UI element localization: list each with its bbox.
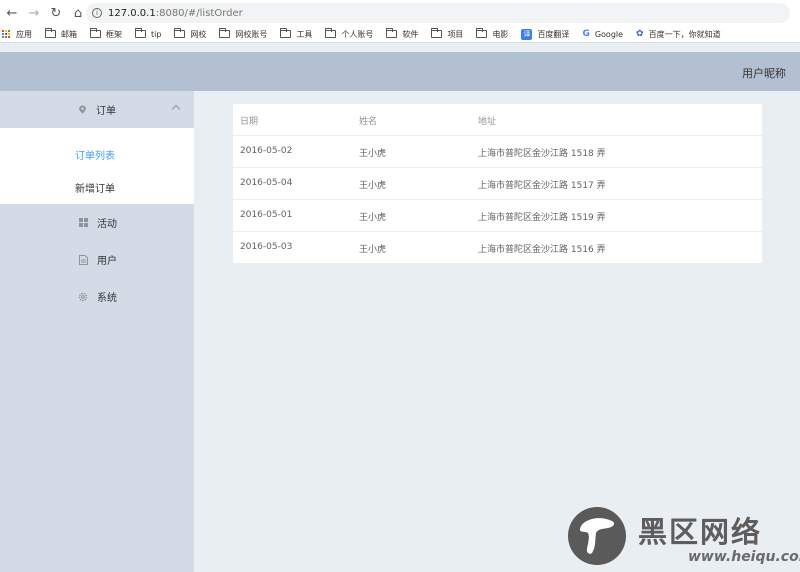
app-header: 用户昵称 xyxy=(0,52,800,91)
bookmark-folder[interactable]: 软件 xyxy=(386,28,419,40)
url-host: 127.0.0.1 xyxy=(108,7,156,19)
sidebar-menu-label: 订单 xyxy=(96,106,116,117)
cell-name: 王小虎 xyxy=(359,181,387,191)
cell-address: 上海市普陀区金沙江路 1518 弄 xyxy=(478,149,606,159)
folder-icon xyxy=(45,28,56,38)
cell-name: 王小虎 xyxy=(359,149,387,159)
cell-name: 王小虎 xyxy=(359,245,387,255)
watermark-logo xyxy=(568,507,626,565)
gear-icon xyxy=(78,292,88,302)
order-submenu: 订单列表 新增订单 xyxy=(0,128,194,204)
chevron-up-icon xyxy=(171,104,181,114)
sidebar-item-system[interactable]: 系统 xyxy=(0,278,194,315)
table-row[interactable]: 2016-05-04 王小虎 上海市普陀区金沙江路 1517 弄 xyxy=(233,168,762,200)
reload-icon[interactable]: ↻ xyxy=(46,3,66,23)
bookmark-label: 软件 xyxy=(402,29,419,39)
bookmark-folder[interactable]: tip xyxy=(135,28,162,39)
cell-date: 2016-05-02 xyxy=(240,146,293,156)
folder-icon xyxy=(280,28,292,38)
bookmark-folder[interactable]: 网校 xyxy=(174,28,207,40)
bookmark-folder[interactable]: 工具 xyxy=(280,28,313,40)
apps-icon xyxy=(2,29,11,39)
back-icon[interactable]: ← xyxy=(2,3,22,23)
sidebar-item-label: 用户 xyxy=(97,256,117,267)
bookmark-folder[interactable]: 网校账号 xyxy=(219,28,268,40)
bookmark-label: 百度一下，你就知道 xyxy=(648,29,721,39)
folder-icon xyxy=(325,28,337,38)
bookmark-label: 应用 xyxy=(16,29,32,39)
bookmark-label: 框架 xyxy=(106,29,122,39)
bookmark-label: 个人账号 xyxy=(341,29,374,39)
home-icon[interactable]: ⌂ xyxy=(68,3,88,23)
location-pin-icon xyxy=(79,105,86,114)
cell-name: 王小虎 xyxy=(359,213,387,223)
cell-date: 2016-05-04 xyxy=(240,178,293,188)
folder-icon xyxy=(476,28,488,38)
bookmark-folder[interactable]: 电影 xyxy=(476,28,509,40)
table-row[interactable]: 2016-05-01 王小虎 上海市普陀区金沙江路 1519 弄 xyxy=(233,200,762,232)
browser-toolbar: ← → ↻ ⌂ i 127.0.0.1 :8080/#/listOrder xyxy=(0,0,800,26)
column-header-name[interactable]: 姓名 xyxy=(359,114,377,127)
submenu-item-order-list[interactable]: 订单列表 xyxy=(75,147,115,162)
folder-icon xyxy=(135,28,146,38)
bookmark-label: 工具 xyxy=(296,29,313,39)
sidebar-menu-order[interactable]: 订单 xyxy=(0,91,194,128)
table-header-row: 日期 姓名 地址 xyxy=(233,104,762,136)
sidebar-item-label: 系统 xyxy=(97,293,117,304)
grid-icon xyxy=(78,218,88,228)
address-bar[interactable]: i 127.0.0.1 :8080/#/listOrder xyxy=(86,3,790,23)
sidebar: 订单 订单列表 新增订单 活动 用户 系统 xyxy=(0,91,194,572)
table-row[interactable]: 2016-05-02 王小虎 上海市普陀区金沙江路 1518 弄 xyxy=(233,136,762,168)
folder-icon xyxy=(386,28,398,38)
bookmark-folder[interactable]: 框架 xyxy=(90,28,122,40)
bookmark-label: Google xyxy=(594,29,624,39)
bookmark-folder[interactable]: 个人账号 xyxy=(325,28,374,40)
info-icon[interactable]: i xyxy=(92,8,102,18)
document-icon xyxy=(78,254,88,265)
google-icon: G xyxy=(582,29,590,39)
baidu-paw-icon: ✿ xyxy=(636,29,644,39)
bookmark-label: 邮箱 xyxy=(61,29,77,39)
user-nickname[interactable]: 用户昵称 xyxy=(742,65,786,81)
submenu-item-add-order[interactable]: 新增订单 xyxy=(75,180,115,195)
watermark-title: 黑区网络 xyxy=(638,515,763,549)
order-table: 日期 姓名 地址 2016-05-02 王小虎 上海市普陀区金沙江路 1518 … xyxy=(233,104,762,263)
cell-address: 上海市普陀区金沙江路 1516 弄 xyxy=(478,245,606,255)
bookmark-folder[interactable]: 项目 xyxy=(431,28,464,40)
bookmark-label: tip xyxy=(151,29,162,39)
cell-date: 2016-05-03 xyxy=(240,242,293,252)
url-path: :8080/#/listOrder xyxy=(155,7,243,19)
cell-date: 2016-05-01 xyxy=(240,210,293,220)
bookmark-baidu[interactable]: ✿ 百度一下，你就知道 xyxy=(636,29,721,40)
bookmark-label: 百度翻译 xyxy=(537,29,570,39)
bookmark-google[interactable]: G Google xyxy=(582,29,623,39)
sidebar-item-user[interactable]: 用户 xyxy=(0,241,194,278)
bookmark-baidu-fanyi[interactable]: 译百度翻译 xyxy=(521,28,570,40)
folder-icon xyxy=(219,28,231,38)
bookmark-label: 电影 xyxy=(492,29,509,39)
bookmark-folder[interactable]: 邮箱 xyxy=(45,28,77,40)
watermark: 黑区网络 www.heiqu.com xyxy=(566,507,800,571)
bookmark-apps[interactable]: 应用 xyxy=(2,29,32,40)
bookmark-label: 项目 xyxy=(447,29,464,39)
bookmarks-bar: 应用 邮箱 框架 tip 网校 网校账号 工具 个人账号 软件 项目 电影 译百… xyxy=(0,26,800,43)
folder-icon xyxy=(431,28,443,38)
translate-icon: 译 xyxy=(521,28,533,40)
mushroom-icon xyxy=(579,518,615,554)
folder-icon xyxy=(174,28,186,38)
sidebar-item-activity[interactable]: 活动 xyxy=(0,204,194,241)
forward-icon[interactable]: → xyxy=(24,3,44,23)
folder-icon xyxy=(90,28,101,38)
cell-address: 上海市普陀区金沙江路 1519 弄 xyxy=(478,213,606,223)
column-header-address[interactable]: 地址 xyxy=(478,114,496,127)
sidebar-item-label: 活动 xyxy=(97,219,117,230)
table-row[interactable]: 2016-05-03 王小虎 上海市普陀区金沙江路 1516 弄 xyxy=(233,232,762,264)
bookmark-label: 网校 xyxy=(190,29,207,39)
watermark-url: www.heiqu.com xyxy=(688,549,800,565)
cell-address: 上海市普陀区金沙江路 1517 弄 xyxy=(478,181,606,191)
bookmark-label: 网校账号 xyxy=(235,29,268,39)
column-header-date[interactable]: 日期 xyxy=(240,114,258,127)
